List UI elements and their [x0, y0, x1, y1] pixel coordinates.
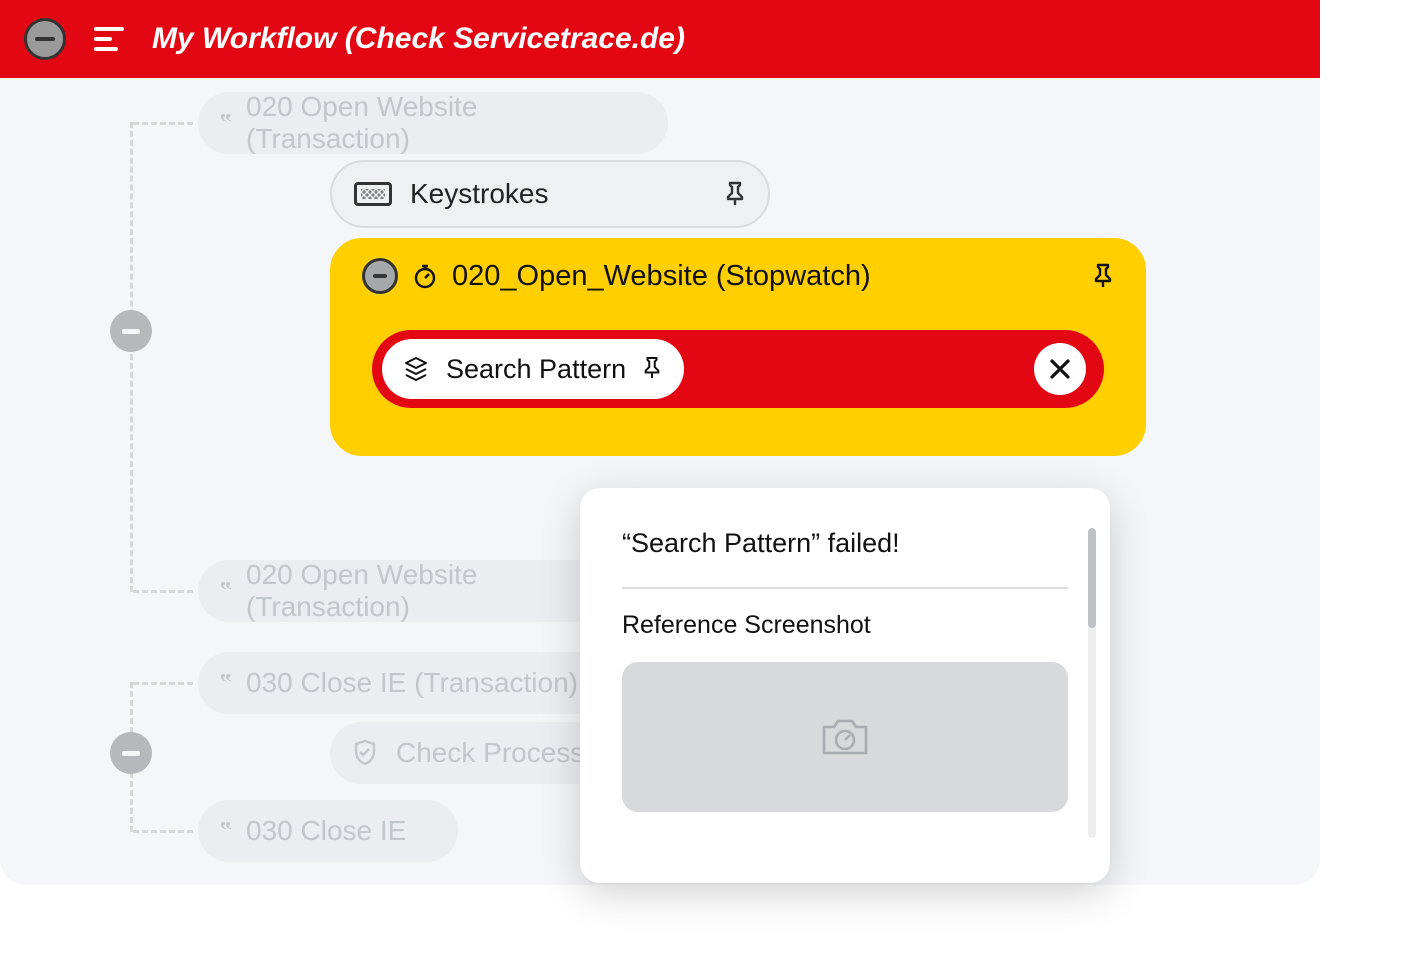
pin-icon[interactable]	[1092, 263, 1114, 289]
workflow-canvas: ‟ 020 Open Website (Transaction) Keystro…	[0, 78, 1320, 885]
quote-icon: ‟	[220, 110, 228, 137]
pin-icon[interactable]	[724, 181, 746, 207]
reference-screenshot-placeholder[interactable]	[622, 662, 1068, 812]
titlebar: My Workflow (Check Servicetrace.de)	[0, 0, 1320, 78]
workflow-step-keystrokes[interactable]: Keystrokes	[330, 160, 770, 228]
connector-line	[133, 830, 193, 833]
error-details-popup: “Search Pattern” failed! Reference Scree…	[580, 488, 1110, 883]
scrollbar-thumb[interactable]	[1088, 528, 1096, 628]
step-label: Search Pattern	[446, 354, 626, 385]
layers-icon	[402, 355, 430, 383]
workflow-node-transaction[interactable]: ‟ 020 Open Website (Transaction)	[198, 92, 668, 154]
divider	[622, 587, 1068, 589]
close-icon	[1047, 356, 1073, 382]
window-minimize-button[interactable]	[24, 18, 66, 60]
quote-icon: ‟	[220, 578, 228, 605]
group-title: 020_Open_Website (Stopwatch)	[452, 260, 1078, 293]
popup-title: “Search Pattern” failed!	[622, 528, 1068, 559]
workflow-group-stopwatch[interactable]: 020_Open_Website (Stopwatch) Search Patt…	[330, 238, 1146, 456]
group-collapse-button[interactable]	[362, 258, 398, 294]
node-label: 030 Close IE	[246, 815, 406, 847]
app-window: My Workflow (Check Servicetrace.de) ‟ 02…	[0, 0, 1320, 885]
connector-line	[133, 682, 193, 685]
close-button[interactable]	[1034, 343, 1086, 395]
tree-collapse-button[interactable]	[110, 310, 152, 352]
connector-line	[133, 122, 193, 125]
workflow-node-transaction[interactable]: ‟ 030 Close IE (Transaction)	[198, 652, 618, 714]
stopwatch-icon	[412, 263, 438, 289]
error-step-pill[interactable]: Search Pattern	[382, 339, 684, 399]
quote-icon: ‟	[220, 670, 228, 697]
app-title: My Workflow (Check Servicetrace.de)	[152, 22, 685, 56]
popup-scrollbar[interactable]	[1088, 528, 1096, 838]
tree-collapse-button[interactable]	[110, 732, 152, 774]
menu-icon[interactable]	[94, 27, 124, 51]
node-label: 030 Close IE (Transaction)	[246, 667, 578, 699]
quote-icon: ‟	[220, 818, 228, 845]
node-label: Check Process	[396, 737, 584, 769]
keyboard-icon	[354, 182, 392, 206]
popup-section-heading: Reference Screenshot	[622, 611, 1068, 640]
shield-check-icon	[352, 739, 378, 767]
error-step-bar: Search Pattern	[372, 330, 1104, 408]
minus-icon	[35, 37, 55, 41]
workflow-node[interactable]: ‟ 030 Close IE	[198, 800, 458, 862]
node-label: Keystrokes	[410, 178, 706, 210]
camera-icon	[818, 715, 872, 759]
connector-line	[133, 590, 193, 593]
node-label: 020 Open Website (Transaction)	[246, 91, 646, 155]
connector-line	[130, 122, 133, 592]
pin-icon[interactable]	[642, 356, 664, 382]
stopwatch-header: 020_Open_Website (Stopwatch)	[362, 258, 1114, 294]
